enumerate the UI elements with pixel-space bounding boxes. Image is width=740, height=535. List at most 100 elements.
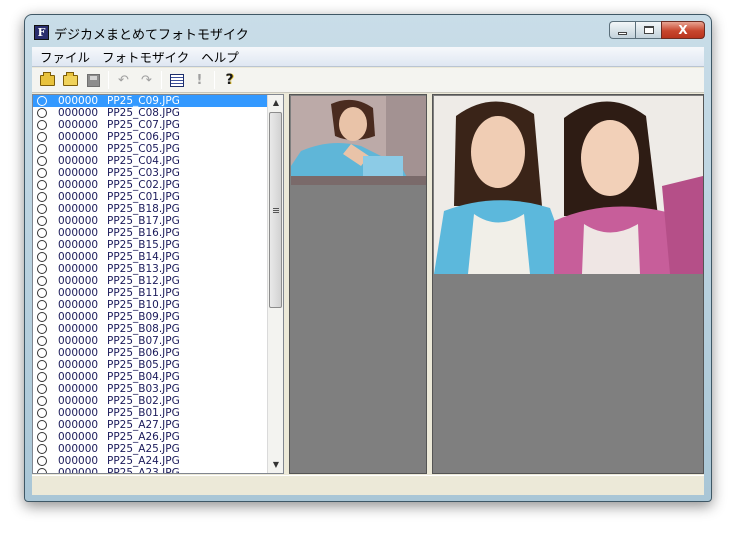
radio-button-icon[interactable] [37,240,47,250]
file-name: PP25_C08.JPG [107,107,180,119]
radio-button-icon[interactable] [37,384,47,394]
minimize-button[interactable] [609,21,635,39]
toolbar: ↶ ↷ ! ? [32,68,704,93]
radio-button-icon[interactable] [37,204,47,214]
file-list-row[interactable]: 000000 PP25_B01.JPG [33,407,267,419]
scroll-thumb[interactable] [269,112,282,308]
file-number: 000000 [58,287,99,299]
open-folder-button[interactable] [36,70,59,90]
file-list-row[interactable]: 000000 PP25_C08.JPG [33,107,267,119]
file-list-row[interactable]: 000000 PP25_B05.JPG [33,359,267,371]
file-list-row[interactable]: 000000 PP25_A24.JPG [33,455,267,467]
file-list-row[interactable]: 000000 PP25_C07.JPG [33,119,267,131]
radio-button-icon[interactable] [37,276,47,286]
radio-button-icon[interactable] [37,144,47,154]
file-list-row[interactable]: 000000 PP25_B08.JPG [33,323,267,335]
radio-button-icon[interactable] [37,168,47,178]
file-list-row[interactable]: 000000 PP25_A27.JPG [33,419,267,431]
radio-button-icon[interactable] [37,288,47,298]
thumbnail-preview-panel [289,94,427,474]
caption-buttons: X [609,21,705,41]
radio-button-icon[interactable] [37,360,47,370]
radio-button-icon[interactable] [37,216,47,226]
file-list-row[interactable]: 000000 PP25_C05.JPG [33,143,267,155]
file-list-row[interactable]: 000000 PP25_C04.JPG [33,155,267,167]
radio-button-icon[interactable] [37,408,47,418]
file-list-row[interactable]: 000000 PP25_B07.JPG [33,335,267,347]
file-name: PP25_B17.JPG [107,215,180,227]
vertical-scrollbar[interactable]: ▲ ▼ [267,95,283,473]
file-list-row[interactable]: 000000 PP25_B02.JPG [33,395,267,407]
file-list-row[interactable]: 000000 PP25_A25.JPG [33,443,267,455]
scroll-down-arrow-icon[interactable]: ▼ [268,457,284,473]
radio-button-icon[interactable] [37,300,47,310]
file-list-row[interactable]: 000000 PP25_C01.JPG [33,191,267,203]
file-list-row[interactable]: 000000 PP25_A23.JPG [33,467,267,473]
main-image-panel [432,94,704,474]
execute-button[interactable]: ! [188,70,211,90]
radio-button-icon[interactable] [37,192,47,202]
new-folder-button[interactable] [59,70,82,90]
file-list-row[interactable]: 000000 PP25_C06.JPG [33,131,267,143]
radio-button-icon[interactable] [37,336,47,346]
radio-button-icon[interactable] [37,180,47,190]
file-list-row[interactable]: 000000 PP25_B15.JPG [33,239,267,251]
title-bar[interactable]: F デジカメまとめてフォトモザイク X [25,15,711,47]
file-list-row[interactable]: 000000 PP25_B11.JPG [33,287,267,299]
file-list-row[interactable]: 000000 PP25_A26.JPG [33,431,267,443]
undo-button[interactable]: ↶ [112,70,135,90]
file-list-row[interactable]: 000000 PP25_B14.JPG [33,251,267,263]
file-list-row[interactable]: 000000 PP25_B16.JPG [33,227,267,239]
file-list: 000000 PP25_C09.JPG 000000 PP25_C08.JPG 0000… [33,95,267,473]
close-icon: X [678,23,688,37]
file-number: 000000 [58,131,99,143]
list-view-button[interactable] [165,70,188,90]
file-list-row[interactable]: 000000 PP25_B12.JPG [33,275,267,287]
close-button[interactable]: X [661,21,705,39]
radio-button-icon[interactable] [37,96,47,106]
radio-button-icon[interactable] [37,444,47,454]
file-list-row[interactable]: 000000 PP25_B06.JPG [33,347,267,359]
file-list-row[interactable]: 000000 PP25_B18.JPG [33,203,267,215]
file-name: PP25_C07.JPG [107,119,180,131]
file-name: PP25_B16.JPG [107,227,180,239]
radio-button-icon[interactable] [37,228,47,238]
status-bar [32,475,704,495]
file-list-row[interactable]: 000000 PP25_B10.JPG [33,299,267,311]
file-list-row[interactable]: 000000 PP25_B03.JPG [33,383,267,395]
redo-button[interactable]: ↷ [135,70,158,90]
save-button[interactable] [82,70,105,90]
radio-button-icon[interactable] [37,156,47,166]
file-list-row[interactable]: 000000 PP25_C09.JPG [33,95,267,107]
radio-button-icon[interactable] [37,312,47,322]
menu-file[interactable]: ファイル [34,47,96,66]
scroll-up-arrow-icon[interactable]: ▲ [268,95,284,111]
radio-button-icon[interactable] [37,348,47,358]
radio-button-icon[interactable] [37,132,47,142]
file-list-row[interactable]: 000000 PP25_B09.JPG [33,311,267,323]
file-list-row[interactable]: 000000 PP25_B17.JPG [33,215,267,227]
file-name: PP25_B12.JPG [107,275,180,287]
file-list-row[interactable]: 000000 PP25_B13.JPG [33,263,267,275]
menu-photomosaic[interactable]: フォトモザイク [96,47,195,66]
radio-button-icon[interactable] [37,468,47,473]
radio-button-icon[interactable] [37,264,47,274]
menu-help[interactable]: ヘルプ [195,47,245,66]
radio-button-icon[interactable] [37,372,47,382]
file-number: 000000 [58,311,99,323]
file-number: 000000 [58,263,99,275]
file-list-row[interactable]: 000000 PP25_C02.JPG [33,179,267,191]
maximize-button[interactable] [635,21,661,39]
radio-button-icon[interactable] [37,396,47,406]
radio-button-icon[interactable] [37,120,47,130]
radio-button-icon[interactable] [37,108,47,118]
radio-button-icon[interactable] [37,324,47,334]
file-list-row[interactable]: 000000 PP25_C03.JPG [33,167,267,179]
help-button[interactable]: ? [218,70,241,90]
file-number: 000000 [58,335,99,347]
radio-button-icon[interactable] [37,252,47,262]
radio-button-icon[interactable] [37,420,47,430]
radio-button-icon[interactable] [37,456,47,466]
file-list-row[interactable]: 000000 PP25_B04.JPG [33,371,267,383]
radio-button-icon[interactable] [37,432,47,442]
